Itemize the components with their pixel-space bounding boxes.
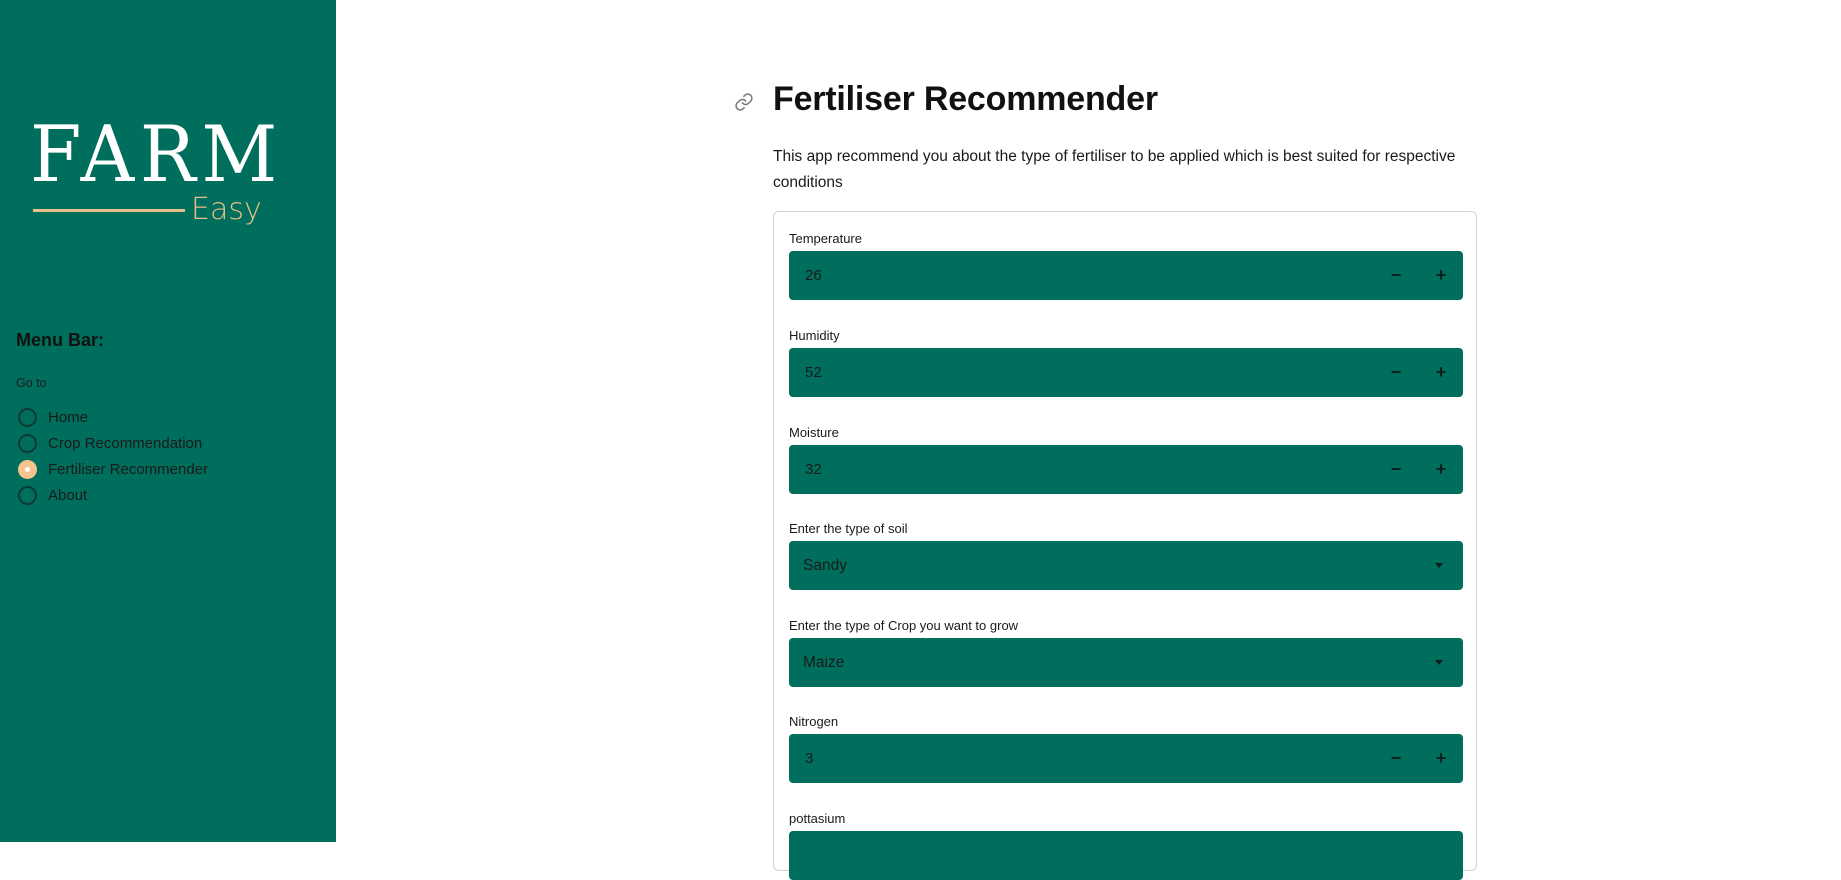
nitrogen-increment-button[interactable]: + [1419, 734, 1463, 783]
link-icon[interactable] [734, 92, 754, 112]
nav-radio-about[interactable]: About [18, 482, 208, 508]
moisture-label: Moisture [789, 425, 839, 440]
humidity-input[interactable]: 52 − + [789, 348, 1463, 397]
temperature-label: Temperature [789, 231, 862, 246]
input-form: Temperature 26 − + Humidity 52 − + Moist… [773, 211, 1477, 880]
nav-radio-label: About [48, 486, 88, 504]
humidity-field: Humidity 52 − + [789, 328, 1463, 397]
crop-type-value: Maize [803, 654, 845, 671]
nitrogen-input[interactable]: 3 − + [789, 734, 1463, 783]
temperature-field: Temperature 26 − + [789, 231, 1463, 300]
potassium-input[interactable] [789, 831, 1463, 880]
radio-button[interactable] [18, 485, 37, 505]
humidity-increment-button[interactable]: + [1419, 348, 1463, 397]
temperature-value: 26 [805, 267, 822, 284]
crop-type-select[interactable]: Maize [789, 638, 1463, 687]
nav-radio-label: Fertiliser Recommender [48, 460, 209, 478]
potassium-label: pottasium [789, 811, 846, 826]
farm-easy-logo: FARM Easy [30, 116, 277, 232]
nav-radio-crop-recommendation[interactable]: Crop Recommendation [18, 430, 208, 456]
page-description: This app recommend you about the type of… [773, 148, 1456, 191]
nav-radio-home[interactable]: Home [18, 404, 208, 430]
nitrogen-decrement-button[interactable]: − [1374, 734, 1418, 783]
moisture-field: Moisture 32 − + [789, 425, 1463, 494]
radio-button[interactable] [18, 407, 37, 427]
navigation-radio-group: Home Crop Recommendation Fertiliser Reco… [18, 404, 208, 508]
nitrogen-label: Nitrogen [789, 714, 839, 729]
nav-radio-fertiliser-recommender[interactable]: Fertiliser Recommender [18, 456, 208, 482]
sidebar: FARM Easy Menu Bar: Go to Home Crop Reco… [0, 0, 336, 842]
moisture-increment-button[interactable]: + [1419, 445, 1463, 494]
moisture-value: 32 [805, 461, 822, 478]
soil-type-field: Enter the type of soil Sandy [789, 521, 1463, 590]
logo-underline [33, 209, 185, 212]
chevron-down-icon[interactable] [1435, 660, 1443, 665]
moisture-input[interactable]: 32 − + [789, 445, 1463, 494]
page-title: Fertiliser Recommender [773, 80, 1158, 118]
goto-label: Go to [16, 376, 47, 390]
chevron-down-icon[interactable] [1435, 563, 1443, 568]
soil-type-value: Sandy [803, 557, 847, 574]
radio-button[interactable] [18, 433, 37, 453]
soil-type-label: Enter the type of soil [789, 521, 908, 536]
moisture-decrement-button[interactable]: − [1374, 445, 1418, 494]
crop-type-field: Enter the type of Crop you want to grow … [789, 618, 1463, 687]
temperature-decrement-button[interactable]: − [1374, 251, 1418, 300]
nav-radio-label: Crop Recommendation [48, 434, 203, 452]
menu-title: Menu Bar: [16, 330, 105, 350]
logo-main-text: FARM [30, 110, 283, 200]
main-content: Fertiliser Recommender This app recommen… [336, 0, 1841, 880]
radio-button-selected[interactable] [18, 459, 37, 479]
potassium-field: pottasium [789, 811, 1463, 880]
crop-type-label: Enter the type of Crop you want to grow [789, 618, 1019, 633]
logo-sub-text: Easy [191, 192, 262, 227]
temperature-increment-button[interactable]: + [1419, 251, 1463, 300]
nitrogen-field: Nitrogen 3 − + [789, 714, 1463, 783]
humidity-value: 52 [805, 364, 822, 381]
temperature-input[interactable]: 26 − + [789, 251, 1463, 300]
nitrogen-value: 3 [805, 750, 814, 767]
soil-type-select[interactable]: Sandy [789, 541, 1463, 590]
nav-radio-label: Home [48, 408, 89, 426]
humidity-decrement-button[interactable]: − [1374, 348, 1418, 397]
humidity-label: Humidity [789, 328, 840, 343]
